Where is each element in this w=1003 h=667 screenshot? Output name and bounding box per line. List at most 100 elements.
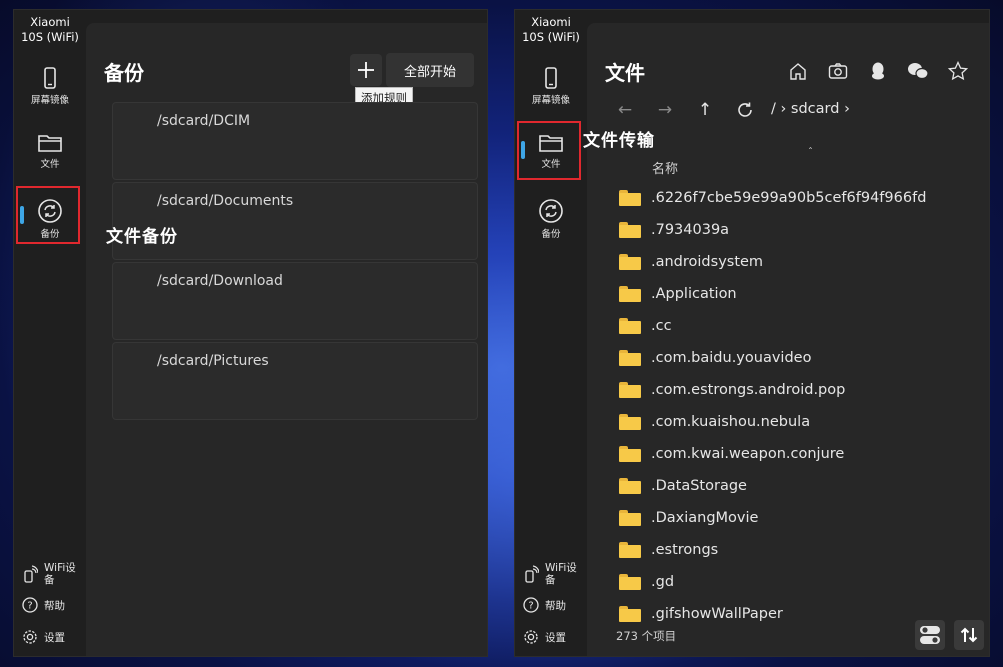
toggle-view-button[interactable]	[915, 620, 945, 650]
folder-icon	[619, 414, 641, 430]
files-window: Xiaomi 10S (WiFi) 屏幕镜像 文件 备份 WiFi设备 ? 帮助…	[514, 9, 990, 657]
file-name: .estrongs	[651, 542, 719, 558]
help-icon: ?	[22, 597, 38, 613]
file-row[interactable]: .DaxiangMovie	[619, 502, 1003, 534]
nav-label: WiFi设备	[44, 562, 76, 586]
file-row[interactable]: .com.kwai.weapon.conjure	[619, 438, 1003, 470]
folder-icon	[619, 382, 641, 398]
highlight-box	[16, 186, 80, 244]
arrow-right-icon: →	[657, 100, 673, 120]
sidebar: Xiaomi 10S (WiFi) 屏幕镜像 文件 备份 WiFi设备 ? 帮助…	[515, 10, 587, 656]
camera-icon	[828, 63, 848, 79]
files-content: 文件 ← → ↑ / › sdcard › ˆ 名称 .6226f7cbe59e…	[587, 23, 989, 656]
folder-icon	[619, 318, 641, 334]
file-name: .DaxiangMovie	[651, 510, 759, 526]
sort-ascending-icon: ˆ	[808, 147, 813, 158]
camera-button[interactable]	[826, 59, 850, 83]
page-title: 文件	[605, 61, 645, 85]
backup-window: Xiaomi 10S (WiFi) 屏幕镜像 文件 备份 WiFi设备 ? 帮助…	[13, 9, 488, 657]
nav-backup[interactable]: 备份	[515, 198, 587, 240]
annotation-label: 文件传输	[583, 131, 655, 151]
folder-icon	[619, 190, 641, 206]
plus-icon	[358, 62, 374, 78]
folder-icon	[619, 350, 641, 366]
sync-icon	[539, 199, 563, 223]
breadcrumb-root[interactable]: /	[771, 101, 776, 117]
nav-settings[interactable]: 设置	[22, 629, 65, 645]
backup-content: 备份 全部开始 添加规则 /sdcard/DCIM /sdcard/Docume…	[86, 23, 487, 656]
backup-rule-card[interactable]: /sdcard/Documents	[112, 182, 478, 260]
sidebar: Xiaomi 10S (WiFi) 屏幕镜像 文件 备份 WiFi设备 ? 帮助…	[14, 10, 86, 656]
file-row[interactable]: .com.estrongs.android.pop	[619, 374, 1003, 406]
folder-icon	[619, 446, 641, 462]
nav-wifi-device[interactable]: WiFi设备	[22, 562, 78, 586]
nav-help[interactable]: ? 帮助	[22, 597, 65, 613]
file-row[interactable]: .cc	[619, 310, 1003, 342]
nav-label: WiFi设备	[545, 562, 577, 586]
up-button[interactable]: ↑	[694, 99, 716, 121]
page-title: 备份	[104, 61, 144, 85]
qq-button[interactable]	[866, 59, 890, 83]
backup-rule-card[interactable]: /sdcard/Pictures	[112, 342, 478, 420]
file-row[interactable]: .gd	[619, 566, 1003, 598]
file-row[interactable]: .Application	[619, 278, 1003, 310]
backup-rule-card[interactable]: /sdcard/Download	[112, 262, 478, 340]
nav-files[interactable]: 文件	[14, 132, 86, 170]
file-row[interactable]: .estrongs	[619, 534, 1003, 566]
file-row[interactable]: .com.baidu.youavideo	[619, 342, 1003, 374]
forward-button[interactable]: →	[654, 99, 676, 121]
transfer-button[interactable]	[954, 620, 984, 650]
file-row[interactable]: .DataStorage	[619, 470, 1003, 502]
folder-icon	[619, 222, 641, 238]
file-row[interactable]: .androidsystem	[619, 246, 1003, 278]
phone-wifi-icon	[24, 565, 38, 583]
file-row[interactable]: .com.kuaishou.nebula	[619, 406, 1003, 438]
backup-rule-card[interactable]: /sdcard/DCIM	[112, 102, 478, 180]
nav-screen-mirror[interactable]: 屏幕镜像	[515, 66, 587, 106]
nav-label: 屏幕镜像	[531, 95, 570, 106]
breadcrumb-folder[interactable]: sdcard	[791, 101, 840, 117]
nav-label: 帮助	[545, 599, 566, 612]
folder-icon	[619, 574, 641, 590]
gear-icon	[23, 630, 37, 644]
favorite-button[interactable]	[946, 59, 970, 83]
nav-label: 备份	[541, 229, 561, 240]
help-icon: ?	[523, 597, 539, 613]
rule-path: /sdcard/Pictures	[157, 353, 269, 369]
phone-icon	[545, 67, 557, 89]
nav-label: 设置	[44, 631, 65, 644]
svg-text:?: ?	[528, 601, 533, 612]
column-header-name[interactable]: 名称	[652, 158, 678, 177]
rule-path: /sdcard/Download	[157, 273, 283, 289]
add-rule-button[interactable]	[350, 54, 382, 86]
arrow-up-icon: ↑	[697, 100, 713, 120]
annotation-label: 文件备份	[106, 227, 178, 247]
file-name: .6226f7cbe59e99a90b5cef6f94f966fd	[651, 190, 927, 206]
back-button[interactable]: ←	[614, 99, 636, 121]
breadcrumb: / › sdcard ›	[771, 101, 850, 117]
nav-help[interactable]: ? 帮助	[523, 597, 566, 613]
nav-label: 设置	[545, 631, 566, 644]
folder-icon	[619, 286, 641, 302]
file-name: .com.kuaishou.nebula	[651, 414, 811, 430]
refresh-button[interactable]	[734, 99, 756, 121]
file-name: .gifshowWallPaper	[651, 606, 783, 622]
nav-settings[interactable]: 设置	[523, 629, 566, 645]
home-button[interactable]	[786, 59, 810, 83]
file-row[interactable]: .6226f7cbe59e99a90b5cef6f94f966fd	[619, 182, 1003, 214]
phone-wifi-icon	[525, 565, 539, 583]
folder-icon	[619, 542, 641, 558]
nav-screen-mirror[interactable]: 屏幕镜像	[14, 66, 86, 106]
device-name: Xiaomi 10S (WiFi)	[522, 15, 580, 44]
file-row[interactable]: .gifshowWallPaper	[619, 598, 1003, 630]
arrow-left-icon: ←	[617, 100, 633, 120]
start-all-button[interactable]: 全部开始	[386, 53, 474, 87]
file-name: .7934039a	[651, 222, 730, 238]
device-name: Xiaomi 10S (WiFi)	[21, 15, 79, 44]
folder-icon	[619, 510, 641, 526]
wechat-button[interactable]	[906, 59, 930, 83]
file-name: .cc	[651, 318, 672, 334]
folder-icon	[38, 135, 62, 152]
file-row[interactable]: .7934039a	[619, 214, 1003, 246]
nav-wifi-device[interactable]: WiFi设备	[523, 562, 579, 586]
